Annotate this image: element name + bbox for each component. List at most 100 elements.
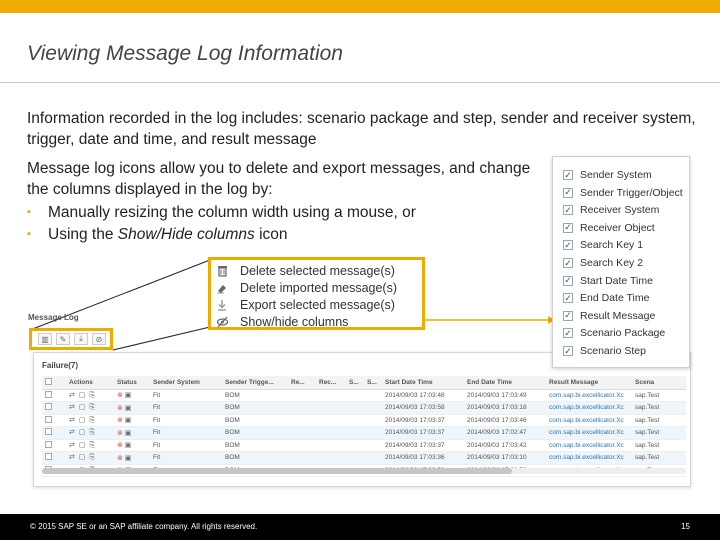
column-toggle-item[interactable]: ✓ Scenario Step [563, 344, 646, 358]
checkbox-checked-icon[interactable]: ✓ [563, 293, 573, 304]
checkbox-checked-icon[interactable]: ✓ [563, 187, 573, 198]
column-toggle-item[interactable]: ✓ End Date Time [563, 291, 649, 305]
row-checkbox[interactable] [45, 453, 52, 461]
column-toggle-item[interactable]: ✓ Receiver Object [563, 221, 655, 235]
table-cell: BOM [222, 451, 288, 465]
horizontal-scrollbar[interactable] [42, 468, 686, 474]
column-header[interactable]: Result Message [546, 376, 632, 390]
column-header[interactable] [42, 376, 66, 390]
table-cell: com.sap.bi.excellicator.Xc [546, 451, 632, 465]
table-row[interactable]: ⇄ ▢ ⎘ ⊗ ▣ Fit BOM 2014/09/03 17:03:48 2014/09… [42, 389, 686, 402]
trash-icon[interactable]: ▥ [38, 333, 52, 345]
checkbox-checked-icon[interactable]: ✓ [563, 258, 573, 268]
eye-slash-icon[interactable]: ⊘ [92, 333, 106, 345]
select-all-checkbox[interactable] [45, 377, 52, 385]
table-row[interactable]: ⇄ ▢ ⎘ ⊗ ▣ Fit BOM 2014/09/03 17:03:37 2014/09… [42, 439, 686, 452]
column-toggle-item[interactable]: ✓ Scenario Package [563, 326, 665, 340]
column-header[interactable]: Sender Trigge... [222, 376, 288, 390]
checkbox-checked-icon[interactable]: ✓ [563, 205, 573, 216]
copyright-text: © 2015 SAP SE or an SAP affiliate compan… [30, 522, 258, 531]
result-message-link[interactable]: com.sap.bi.excellicator.Xc [549, 417, 624, 424]
column-toggle-item[interactable]: ✓ Result Message [563, 309, 655, 323]
result-message-link[interactable]: com.sap.bi.excellicator.Xc [549, 392, 624, 399]
row-action-icons[interactable]: ⇄ ▢ ⎘ [69, 417, 96, 424]
column-toggle-item[interactable]: ✓ Search Key 1 [563, 238, 643, 252]
table-row[interactable]: ⇄ ▢ ⎘ ⊗ ▣ Fit BOM 2014/09/03 17:03:37 2014/09… [42, 414, 686, 427]
column-toggle-label: Result Message [580, 309, 656, 322]
table-cell: 2014/09/03 17:03:37 [382, 414, 464, 427]
sender-trigger-cell: BOM [225, 416, 240, 424]
column-header[interactable]: S... [364, 376, 382, 390]
column-toggle-label: Search Key 2 [580, 257, 644, 269]
table-cell: ⇄ ▢ ⎘ [66, 401, 114, 415]
checkbox-checked-icon[interactable]: ✓ [563, 222, 573, 233]
lock-icon: ▣ [124, 442, 133, 450]
column-header[interactable]: Actions [66, 376, 114, 390]
page-number: 15 [681, 522, 690, 531]
end-date-cell: 2014/09/03 17:03:46 [467, 416, 527, 424]
checkbox-checked-icon[interactable]: ✓ [563, 328, 573, 339]
column-toggle-item[interactable]: ✓ Receiver System [563, 203, 659, 217]
sender-trigger-cell: BOM [225, 429, 240, 437]
column-toggle-item[interactable]: ✓ Start Date Time [563, 274, 653, 288]
table-cell: sap.Test [632, 426, 686, 440]
table-cell: com.sap.bi.excellicator.Xc [546, 389, 632, 402]
checkbox-checked-icon[interactable]: ✓ [563, 275, 573, 286]
column-header[interactable]: Sender System [150, 376, 222, 390]
legend-label: Show/hide columns [240, 315, 349, 329]
scenario-cell: sap.Test [635, 416, 660, 424]
table-cell: BOM [222, 414, 288, 427]
row-checkbox[interactable] [45, 440, 52, 448]
scenario-cell: sap.Test [635, 454, 660, 462]
row-checkbox[interactable] [45, 403, 52, 411]
legend-row: Show/hide columns [215, 314, 348, 330]
icon-legend: Delete selected message(s) Delete import… [208, 257, 425, 330]
legend-label: Delete imported message(s) [240, 281, 398, 295]
row-action-icons[interactable]: ⇄ ▢ ⎘ [69, 454, 96, 461]
table-row[interactable]: ⇄ ▢ ⎘ ⊗ ▣ Fit BOM 2014/09/03 17:03:37 2014/09… [42, 426, 686, 440]
download-icon[interactable]: ⤓ [74, 333, 88, 345]
column-toggle-item[interactable]: ✓ Sender Trigger/Object [563, 186, 683, 200]
table-cell: sap.Test [632, 439, 686, 452]
row-checkbox[interactable] [45, 390, 52, 398]
table-cell [316, 451, 346, 465]
end-date-cell: 2014/09/03 17:03:18 [467, 404, 527, 412]
row-action-icons[interactable]: ⇄ ▢ ⎘ [69, 392, 96, 399]
result-message-link[interactable]: com.sap.bi.excellicator.Xc [549, 442, 624, 449]
checkbox-checked-icon[interactable]: ✓ [563, 346, 573, 356]
table-cell [364, 401, 382, 415]
table-cell: Fit [150, 451, 222, 465]
scrollbar-thumb[interactable] [42, 468, 512, 474]
table-cell [42, 414, 66, 427]
column-toggle-item[interactable]: ✓ Search Key 2 [563, 256, 643, 270]
column-header[interactable]: Start Date Time [382, 376, 464, 390]
result-message-link[interactable]: com.sap.bi.excellicator.Xc [549, 404, 624, 411]
column-toggle-item[interactable]: ✓ Sender System [563, 168, 652, 182]
row-action-icons[interactable]: ⇄ ▢ ⎘ [69, 404, 96, 411]
column-header[interactable]: Rec... [316, 376, 346, 390]
row-checkbox[interactable] [45, 415, 52, 423]
table-row[interactable]: ⇄ ▢ ⎘ ⊗ ▣ Fit BOM 2014/09/03 17:03:36 2014/09… [42, 451, 686, 465]
row-action-icons[interactable]: ⇄ ▢ ⎘ [69, 429, 96, 436]
checkbox-checked-icon[interactable]: ✓ [563, 170, 573, 180]
checkbox-checked-icon[interactable]: ✓ [563, 310, 573, 321]
table-cell: ⇄ ▢ ⎘ [66, 451, 114, 465]
scenario-cell: sap.Test [635, 429, 660, 437]
eraser-icon[interactable]: ✎ [56, 333, 70, 345]
sender-trigger-cell: BOM [225, 441, 240, 449]
start-date-cell: 2014/09/03 17:03:37 [385, 429, 445, 437]
column-header[interactable]: Status [114, 376, 150, 390]
checkbox-checked-icon[interactable]: ✓ [563, 240, 573, 251]
column-header[interactable]: Scena [632, 376, 686, 390]
table-row[interactable]: ⇄ ▢ ⎘ ⊗ ▣ Fit BOM 2014/09/03 17:03:58 2014/09… [42, 401, 686, 415]
end-date-cell: 2014/09/03 17:02:47 [467, 429, 527, 437]
result-message-link[interactable]: com.sap.bi.excellicator.Xc [549, 454, 624, 461]
row-checkbox[interactable] [45, 428, 52, 436]
column-header[interactable]: End Date Time [464, 376, 546, 390]
column-header[interactable]: S... [346, 376, 364, 390]
column-header[interactable]: Re... [288, 376, 316, 390]
table-cell: com.sap.bi.excellicator.Xc [546, 401, 632, 415]
row-action-icons[interactable]: ⇄ ▢ ⎘ [69, 442, 96, 449]
table-cell: ⇄ ▢ ⎘ [66, 439, 114, 452]
result-message-link[interactable]: com.sap.bi.excellicator.Xc [549, 429, 624, 436]
